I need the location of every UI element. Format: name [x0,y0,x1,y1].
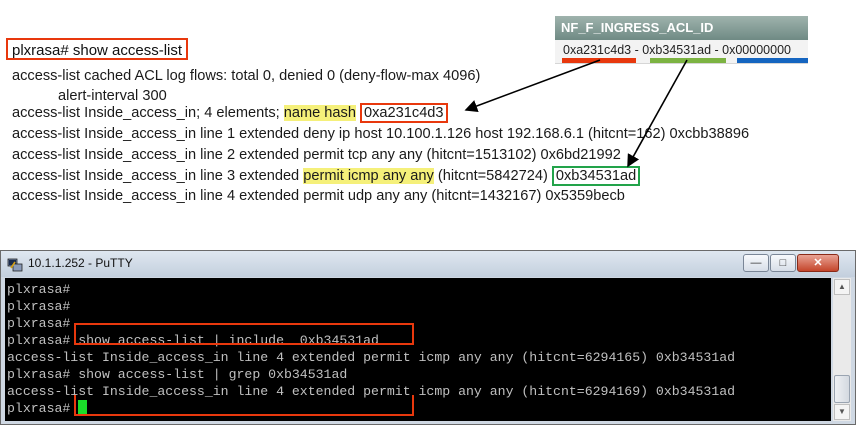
nf-bar-third [737,58,808,63]
maximize-button[interactable]: □ [770,254,796,272]
acl-hash-box: 0xa231c4d3 [360,103,448,123]
ace-hash-box: 0xb34531ad [551,166,641,186]
acl-cached-line: access-list cached ACL log flows: total … [12,68,481,84]
acl-line-1: access-list Inside_access_in line 1 exte… [12,126,750,142]
acl-line-3: access-list Inside_access_in line 3 exte… [12,166,641,186]
terminal-line: plxrasa# [7,282,71,297]
scroll-thumb[interactable] [834,375,850,403]
acl-elements-line: access-list Inside_access_in; 4 elements… [12,103,448,123]
prompt-box [74,395,414,416]
show-command-box: plxrasa# show access-list [6,38,189,60]
close-button[interactable]: ✕ [797,254,839,272]
scroll-up-arrow-icon[interactable]: ▲ [834,279,850,295]
nf-bar-second [650,58,726,63]
prompt-text: plxrasa# [7,401,79,416]
terminal-line: plxrasa# [7,299,71,314]
alert-interval-line: alert-interval 300 [58,88,167,104]
putty-title: 10.1.1.252 - PuTTY [28,256,133,270]
elements-prefix: access-list Inside_access_in; 4 elements… [12,105,284,121]
nf-table-header: NF_F_INGRESS_ACL_ID [555,16,808,40]
arrow-to-acl-hash [464,59,601,113]
include-command-box [74,323,414,345]
terminal-scrollbar[interactable]: ▲ ▼ [833,278,851,421]
name-hash-highlight: name hash [283,105,356,121]
acl-line-2: access-list Inside_access_in line 2 exte… [12,147,621,163]
nf-bar-first [562,58,636,63]
terminal-line: access-list Inside_access_in line 4 exte… [7,350,736,365]
arrow-to-ace-hash [627,59,688,168]
line3-prefix: access-list Inside_access_in line 3 exte… [12,168,304,184]
putty-titlebar[interactable]: 10.1.1.252 - PuTTY — □ ✕ [1,251,855,277]
permit-icmp-highlight: permit icmp any any [303,168,434,184]
putty-window[interactable]: 10.1.1.252 - PuTTY — □ ✕ plxrasa# plxras… [0,250,856,425]
scroll-down-arrow-icon[interactable]: ▼ [834,404,850,420]
acl-line-4: access-list Inside_access_in line 4 exte… [12,188,625,204]
minimize-button[interactable]: — [743,254,769,272]
line3-hitcnt: (hitcnt=5842724) [433,168,552,184]
putty-icon [7,258,23,272]
terminal-line: plxrasa# [7,316,71,331]
terminal-line: plxrasa# show access-list | grep 0xb3453… [7,367,348,382]
annotated-document: plxrasa# show access-list access-list ca… [0,0,860,245]
